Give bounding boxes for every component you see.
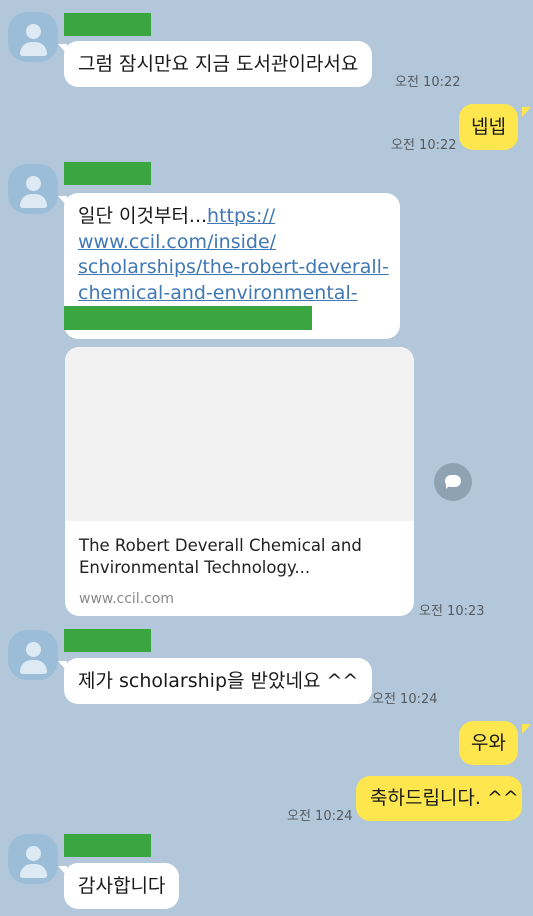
profile-body-icon [20, 660, 47, 674]
sender-name-redacted [64, 834, 151, 857]
url-redacted [64, 306, 312, 330]
link-preview-card[interactable]: The Robert Deverall Chemical and Environ… [65, 347, 414, 616]
profile-head-icon [26, 176, 41, 191]
message-text: 그럼 잠시만요 지금 도서관이라서요 [78, 53, 359, 75]
outgoing-message[interactable]: 넵넵 [459, 104, 518, 150]
profile-body-icon [20, 194, 47, 208]
incoming-message[interactable]: 감사합니다 [64, 863, 180, 909]
profile-body-icon [20, 864, 47, 878]
sender-avatar[interactable] [8, 164, 58, 214]
outgoing-message[interactable]: 축하드립니다. ^^ [356, 776, 522, 821]
sender-avatar[interactable] [8, 12, 58, 62]
url-link[interactable]: www.ccil.com/inside/ [78, 231, 276, 253]
sender-name-redacted [64, 162, 151, 185]
message-text: 넵넵 [471, 116, 506, 138]
bubble-tail [522, 107, 531, 117]
message-text: 감사합니다 [78, 875, 166, 897]
preview-domain: www.ccil.com [79, 591, 175, 607]
url-link[interactable]: https:// [207, 205, 275, 227]
preview-title: The Robert Deverall Chemical and Environ… [79, 536, 362, 577]
message-text: 축하드립니다. ^^ [370, 787, 519, 809]
message-time: 오전 10:22 [395, 75, 461, 90]
preview-thumbnail [65, 347, 414, 521]
message-time: 오전 10:23 [419, 604, 485, 619]
message-text: 제가 scholarship을 받았네요 ^^ [78, 670, 359, 692]
sender-name-redacted [64, 13, 151, 36]
message-time: 오전 10:22 [391, 138, 457, 153]
profile-body-icon [20, 42, 47, 56]
profile-head-icon [26, 24, 41, 39]
message-time: 오전 10:24 [287, 809, 353, 824]
message-text: 우와 [471, 732, 506, 754]
bubble-tail [522, 724, 531, 734]
outgoing-message[interactable]: 우와 [459, 721, 518, 765]
incoming-message[interactable]: 그럼 잠시만요 지금 도서관이라서요 [64, 41, 373, 87]
incoming-message[interactable]: 제가 scholarship을 받았네요 ^^ [64, 658, 373, 704]
share-button[interactable] [434, 463, 472, 501]
sender-name-redacted [64, 629, 151, 652]
profile-head-icon [26, 642, 41, 657]
sender-avatar[interactable] [8, 834, 58, 884]
profile-head-icon [26, 846, 41, 861]
message-time: 오전 10:24 [372, 692, 438, 707]
url-link[interactable]: chemical-and-environmental- [78, 282, 358, 304]
sender-avatar[interactable] [8, 630, 58, 680]
share-chat-icon-tail [446, 484, 451, 489]
url-link[interactable]: scholarships/the-robert-deverall- [78, 256, 389, 278]
message-text: 일단 이것부터... [78, 205, 208, 227]
